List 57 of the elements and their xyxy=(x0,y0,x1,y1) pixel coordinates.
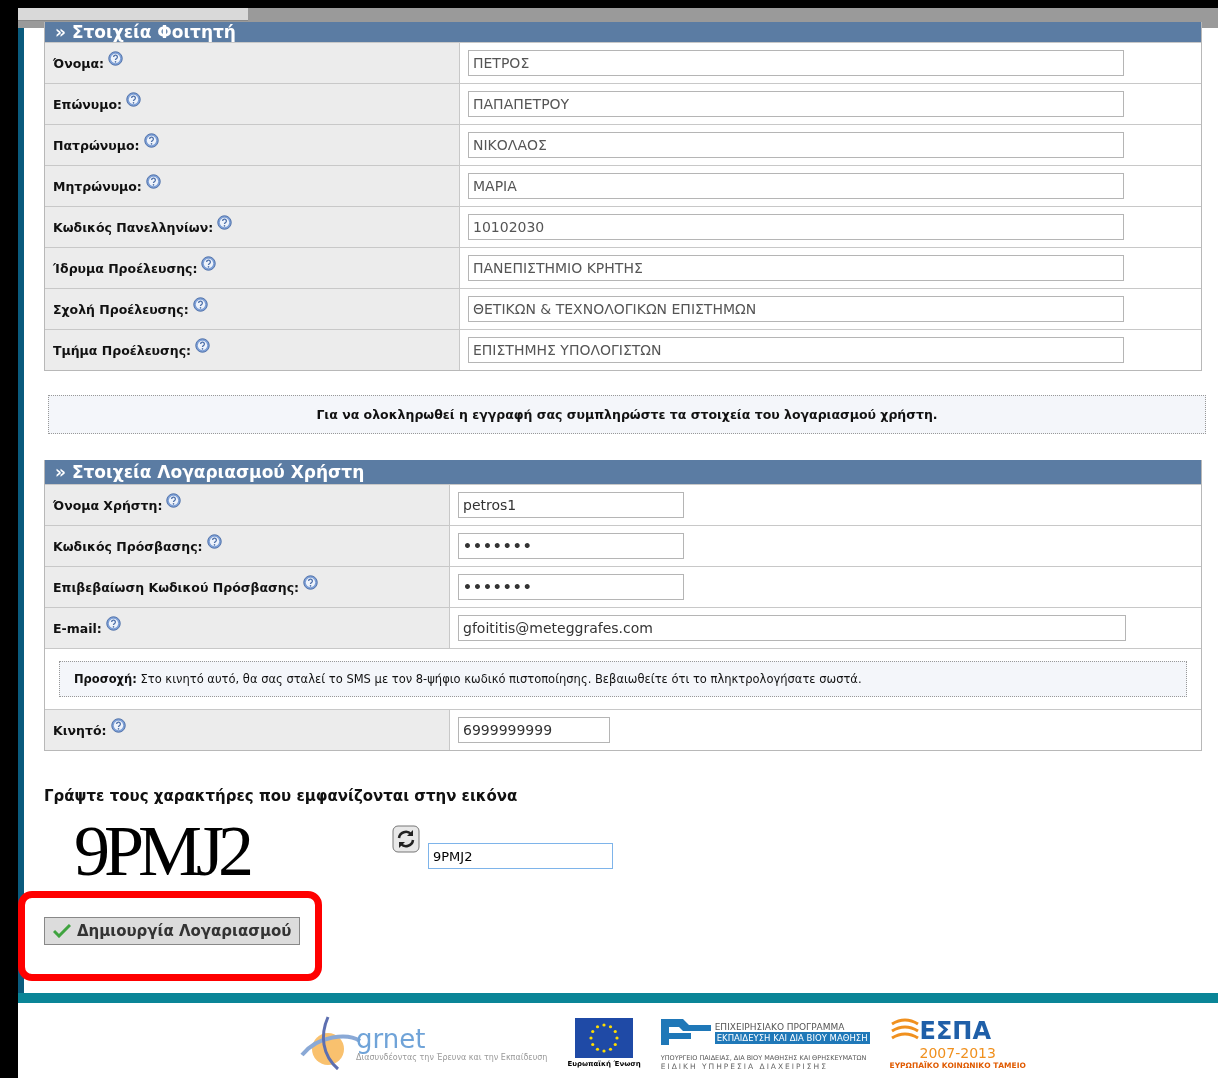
field-label: Μητρώνυμο: xyxy=(53,178,142,194)
field-label: Επώνυμο: xyxy=(53,96,123,112)
text-field[interactable]: 10102030 xyxy=(468,214,1124,240)
logo-tagline: Διασυνδέοντας την Έρευνα και την Εκπαίδευση xyxy=(356,1052,548,1062)
field-label: Επιβεβαίωση Κωδικού Πρόσβασης: xyxy=(53,579,300,595)
text-field[interactable]: ΠΕΤΡΟΣ xyxy=(468,50,1124,76)
text-field[interactable]: ΝΙΚΟΛΑΟΣ xyxy=(468,132,1124,158)
text-field[interactable]: ΠΑΝΕΠΙΣΤΗΜΙΟ ΚΡΗΤΗΣ xyxy=(468,255,1124,281)
help-icon[interactable] xyxy=(217,214,233,230)
field-label: E-mail: xyxy=(53,620,102,636)
text-field[interactable]: ΠΑΠΑΠΕΤΡΟΥ xyxy=(468,91,1124,117)
programme-title: ΕΠΙΧΕΙΡΗΣΙΑΚΟ ΠΡΟΓΡΑΜΜΑ xyxy=(714,1022,846,1032)
eu-flag-icon xyxy=(575,1018,634,1058)
espa-logo-text: ΕΣΠΑ xyxy=(919,1018,991,1044)
captcha-prompt: Γράψτε τους χαρακτήρες που εμφανίζονται στην εικόνα xyxy=(44,787,519,805)
text-field[interactable]: ΘΕΤΙΚΩΝ & ΤΕΧΝΟΛΟΓΙΚΩΝ ΕΠΙΣΤΗΜΩΝ xyxy=(468,296,1124,322)
help-icon[interactable] xyxy=(145,173,161,189)
espa-years: 2007-2013 xyxy=(919,1046,996,1061)
field-label: Κωδικός Πρόσβασης: xyxy=(53,538,203,554)
section-header: » Στοιχεία Λογαριασμού Χρήστη xyxy=(45,460,1201,484)
text-field[interactable]: petros1 xyxy=(458,492,684,518)
text-field[interactable]: gfoititis@meteggrafes.com xyxy=(458,615,1126,641)
text-field[interactable]: ΕΠΙΣΤΗΜΗΣ ΥΠΟΛΟΓΙΣΤΩΝ xyxy=(468,337,1124,363)
refresh-icon[interactable] xyxy=(392,825,420,853)
field-label: Κωδικός Πανελληνίων: xyxy=(53,219,214,235)
section-header: » Στοιχεία Φοιτητή xyxy=(45,22,1201,42)
field-label: Τμήμα Προέλευσης: xyxy=(53,342,192,358)
captcha-field[interactable]: 9PMJ2 xyxy=(428,843,613,869)
checkmark-icon xyxy=(53,924,71,938)
field-label: Κινητό: xyxy=(53,722,107,738)
help-icon[interactable] xyxy=(105,615,121,631)
password-field[interactable]: ••••••• xyxy=(458,574,684,600)
help-icon[interactable] xyxy=(192,296,208,312)
field-label: Όνομα: xyxy=(53,55,105,71)
create-account-button[interactable]: Δημιουργία Λογαριασμού xyxy=(44,917,301,945)
password-field[interactable]: ••••••• xyxy=(458,533,684,559)
help-icon[interactable] xyxy=(143,132,159,148)
grnet-logo-text: grnet xyxy=(356,1024,427,1053)
browser-tab[interactable] xyxy=(18,8,248,21)
help-icon[interactable] xyxy=(166,492,182,508)
help-icon[interactable] xyxy=(201,255,217,271)
warning-note: Προσοχή: Στο κινητό αυτό, θα σας σταλεί το SMS με τον 8-ψήφιο κωδικό πιστοποίησης. Βεβαιωθείτε ότι το πληκτρολογήσατε σωστά. xyxy=(59,661,1187,697)
help-icon[interactable] xyxy=(206,533,222,549)
help-icon[interactable] xyxy=(108,50,124,66)
field-label: Όνομα Χρήστη: xyxy=(53,497,163,513)
text-field[interactable]: ΜΑΡΙΑ xyxy=(468,173,1124,199)
help-icon[interactable] xyxy=(126,91,142,107)
captcha-image: 9PMJ2 xyxy=(73,819,250,883)
field-label: Ίδρυμα Προέλευσης: xyxy=(53,260,198,276)
field-label: Πατρώνυμο: xyxy=(53,137,140,153)
help-icon[interactable] xyxy=(303,574,319,590)
help-icon[interactable] xyxy=(110,717,126,733)
text-field[interactable]: 6999999999 xyxy=(458,717,610,743)
programme-name: ΕΚΠΑΙΔΕΥΣΗ ΚΑΙ ΔΙΑ ΒΙΟΥ ΜΑΘΗΣΗ xyxy=(714,1032,870,1044)
info-message: Για να ολοκληρωθεί η εγγραφή σας συμπληρώστε τα στοιχεία του λογαριασμού χρήστη. xyxy=(48,395,1206,434)
help-icon[interactable] xyxy=(195,337,211,353)
field-label: Σχολή Προέλευσης: xyxy=(53,301,189,317)
